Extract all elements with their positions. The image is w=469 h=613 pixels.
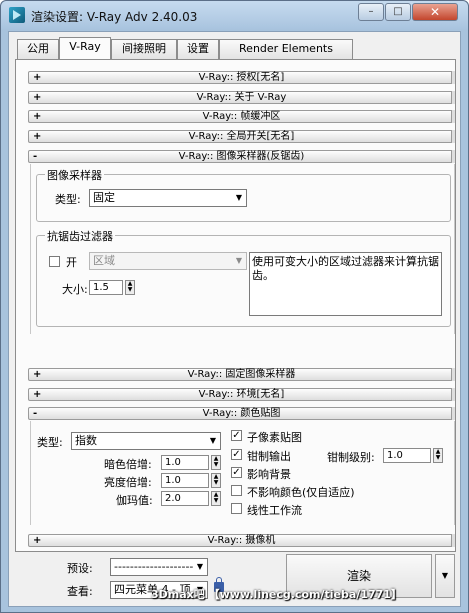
dark-multiplier-label: 暗色倍增:: [104, 458, 152, 471]
preset-value: --------------------: [114, 560, 194, 573]
rollout-title: V-Ray:: 固定图像采样器: [187, 369, 296, 380]
rollout-color-mapping[interactable]: - V-Ray:: 颜色贴图: [28, 407, 455, 420]
filter-type-dropdown[interactable]: 区域 ▼: [89, 252, 247, 270]
rollout-image-sampler[interactable]: - V-Ray:: 图像采样器(反锯齿): [28, 150, 455, 163]
group-title: 图像采样器: [45, 167, 104, 183]
type-label: 类型:: [55, 193, 81, 206]
minimize-button[interactable]: –: [358, 3, 384, 21]
sub-pixel-label: 子像素贴图: [247, 431, 302, 444]
dont-affect-colors-checkbox[interactable]: [231, 485, 242, 496]
rollout-endcap: [451, 91, 455, 104]
filter-type-value: 区域: [93, 254, 115, 267]
rollout-global-switches[interactable]: + V-Ray:: 全局开关[无名]: [28, 130, 455, 143]
rollout-endcap: [451, 130, 455, 143]
rollout-authorization[interactable]: + V-Ray:: 授权[无名]: [28, 71, 455, 84]
sampler-type-dropdown[interactable]: 固定 ▼: [89, 189, 247, 207]
rollout-title: V-Ray:: 授权[无名]: [198, 72, 285, 83]
3dsmax-app-icon: [9, 7, 25, 23]
view-label: 查看:: [67, 585, 93, 598]
image-sampler-panel: 图像采样器 类型: 固定 ▼ 抗锯齿过滤器 开 区域 ▼ 大小: 1.5 ▲ ▼…: [30, 164, 455, 334]
gamma-field[interactable]: 2.0: [161, 491, 209, 506]
filter-size-spinner[interactable]: ▲ ▼: [125, 280, 135, 295]
filter-on-label: 开: [66, 256, 77, 269]
rollout-title: V-Ray:: 颜色贴图: [202, 408, 281, 419]
title-bar[interactable]: 渲染设置: V-Ray Adv 2.40.03 – □ ✕: [1, 1, 468, 29]
rollout-title: V-Ray:: 图像采样器(反锯齿): [178, 151, 305, 162]
filter-description: 使用可变大小的区域过滤器来计算抗锯齿。: [249, 252, 442, 316]
rollout-endcap: [451, 388, 455, 401]
affect-background-checkbox[interactable]: ✓: [231, 467, 242, 478]
color-mapping-panel: 类型: 指数 ▼ 暗色倍增: 1.0 ▲ ▼ 亮度倍增: 1.0 ▲ ▼ 伽玛值: …: [30, 421, 455, 525]
bright-multiplier-label: 亮度倍增:: [104, 476, 152, 489]
tab-settings[interactable]: 设置: [177, 39, 219, 59]
rollout-endcap: [451, 407, 455, 420]
gamma-label: 伽玛值:: [116, 494, 153, 507]
clamp-output-checkbox[interactable]: ✓: [231, 449, 242, 460]
chevron-down-icon: ▼: [209, 436, 217, 445]
dialog-body: 公用 V-Ray 间接照明 设置 Render Elements + V-Ray…: [8, 31, 461, 607]
watermark-text: 3Dmax吧 【www.linecg.com/tieba/1771】: [151, 588, 402, 601]
mapping-type-value: 指数: [75, 434, 97, 447]
render-setup-window: 渲染设置: V-Ray Adv 2.40.03 – □ ✕ 公用 V-Ray 间…: [0, 0, 469, 613]
clamp-level-field[interactable]: 1.0: [383, 448, 431, 463]
rollout-title: V-Ray:: 全局开关[无名]: [188, 131, 295, 142]
image-sampler-group: 图像采样器 类型: 固定 ▼: [36, 167, 451, 222]
sampler-type-value: 固定: [93, 191, 115, 204]
rollout-endcap: [451, 71, 455, 84]
clamp-output-label: 钳制输出: [247, 450, 291, 463]
linear-workflow-label: 线性工作流: [247, 504, 302, 517]
mapping-type-dropdown[interactable]: 指数 ▼: [71, 432, 221, 450]
rollout-title: V-Ray:: 环境[无名]: [198, 389, 285, 400]
dark-multiplier-field[interactable]: 1.0: [161, 455, 209, 470]
rollout-endcap: [451, 110, 455, 123]
vray-tab-page: + V-Ray:: 授权[无名] + V-Ray:: 关于 V-Ray + V-…: [15, 59, 456, 552]
affect-background-label: 影响背景: [247, 468, 291, 481]
preset-dropdown[interactable]: -------------------- ▼: [110, 558, 208, 576]
linear-workflow-checkbox[interactable]: [231, 503, 242, 514]
filter-size-field[interactable]: 1.5: [89, 280, 123, 295]
dont-affect-colors-label: 不影响颜色(仅自适应): [247, 486, 355, 499]
sub-pixel-checkbox[interactable]: ✓: [231, 430, 242, 441]
filter-on-checkbox[interactable]: [49, 256, 60, 267]
group-title: 抗锯齿过滤器: [45, 228, 115, 244]
render-options-arrow[interactable]: ▼: [435, 554, 455, 598]
tab-render-elements[interactable]: Render Elements: [219, 39, 353, 59]
rollout-title: V-Ray:: 关于 V-Ray: [196, 92, 287, 103]
rollout-endcap: [451, 368, 455, 381]
chevron-down-icon: ▼: [235, 193, 243, 202]
chevron-down-icon: ▼: [235, 256, 243, 265]
clamp-level-spinner[interactable]: ▲ ▼: [433, 448, 443, 463]
tab-vray[interactable]: V-Ray: [59, 37, 111, 60]
rollout-about[interactable]: + V-Ray:: 关于 V-Ray: [28, 91, 455, 104]
rollout-fixed-sampler[interactable]: + V-Ray:: 固定图像采样器: [28, 368, 455, 381]
size-label: 大小:: [62, 283, 88, 296]
rollout-environment[interactable]: + V-Ray:: 环境[无名]: [28, 388, 455, 401]
clamp-level-label: 钳制级别:: [327, 451, 375, 464]
antialiasing-filter-group: 抗锯齿过滤器 开 区域 ▼ 大小: 1.5 ▲ ▼ 使用可变大小的区域过滤器来计算…: [36, 228, 451, 327]
maximize-button[interactable]: □: [385, 3, 411, 21]
mapping-type-label: 类型:: [37, 436, 63, 449]
window-title: 渲染设置: V-Ray Adv 2.40.03: [31, 10, 198, 24]
rollout-endcap: [451, 534, 455, 547]
rollout-endcap: [451, 150, 455, 163]
dark-multiplier-spinner[interactable]: ▲ ▼: [211, 455, 221, 470]
gamma-spinner[interactable]: ▲ ▼: [211, 491, 221, 506]
rollout-camera[interactable]: + V-Ray:: 摄像机: [28, 534, 455, 547]
rollout-title: V-Ray:: 帧缓冲区: [202, 111, 281, 122]
rollout-framebuffer[interactable]: + V-Ray:: 帧缓冲区: [28, 110, 455, 123]
tab-common[interactable]: 公用: [17, 39, 59, 59]
preset-label: 预设:: [67, 562, 93, 575]
tab-indirect-illumination[interactable]: 间接照明: [111, 39, 177, 59]
close-button[interactable]: ✕: [412, 3, 458, 21]
rollout-title: V-Ray:: 摄像机: [207, 535, 276, 546]
bright-multiplier-field[interactable]: 1.0: [161, 473, 209, 488]
bright-multiplier-spinner[interactable]: ▲ ▼: [211, 473, 221, 488]
chevron-down-icon: ▼: [196, 562, 204, 571]
